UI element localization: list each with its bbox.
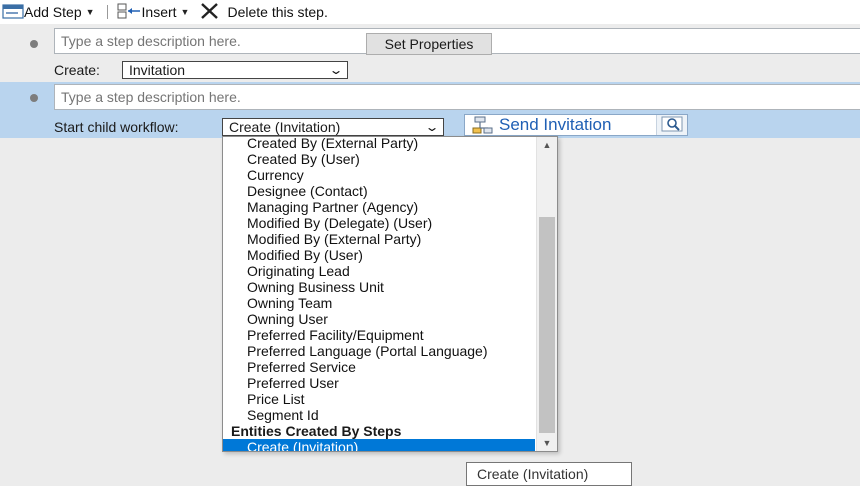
dropdown-option[interactable]: Owning Business Unit xyxy=(223,279,535,295)
dropdown-option[interactable]: Managing Partner (Agency) xyxy=(223,199,535,215)
dropdown-option[interactable]: Preferred Language (Portal Language) xyxy=(223,343,535,359)
dropdown-option[interactable]: Originating Lead xyxy=(223,263,535,279)
dropdown-option[interactable]: Modified By (Delegate) (User) xyxy=(223,215,535,231)
step-bullet-icon xyxy=(30,94,38,102)
scroll-up-arrow-icon[interactable]: ▲ xyxy=(537,137,557,153)
dropdown-option[interactable]: Modified By (User) xyxy=(223,247,535,263)
chevron-down-icon: ▼ xyxy=(85,7,95,17)
dropdown-option[interactable]: Preferred Service xyxy=(223,359,535,375)
dropdown-option[interactable]: Modified By (External Party) xyxy=(223,231,535,247)
toolbar-separator xyxy=(106,5,108,19)
delete-step-label: Delete this step. xyxy=(227,4,328,20)
add-step-icon xyxy=(2,2,24,23)
workflow-lookup-field[interactable]: Send Invitation xyxy=(464,114,688,136)
insert-icon xyxy=(116,2,142,23)
chevron-down-icon: ⌄ xyxy=(328,63,344,77)
add-step-button[interactable]: Add Step ▼ xyxy=(0,0,97,24)
set-properties-button[interactable]: Set Properties xyxy=(366,33,492,55)
dropdown-option[interactable]: Preferred Facility/Equipment xyxy=(223,327,535,343)
child-workflow-dropdown-list[interactable]: Created By (External Party) Created By (… xyxy=(222,136,558,452)
dropdown-option[interactable]: Designee (Contact) xyxy=(223,183,535,199)
chevron-down-icon: ⌄ xyxy=(424,120,440,134)
dropdown-scrollbar[interactable]: ▲ ▼ xyxy=(536,137,557,451)
insert-button[interactable]: Insert ▼ xyxy=(114,0,192,24)
dropdown-option[interactable]: Owning Team xyxy=(223,295,535,311)
chevron-down-icon: ▼ xyxy=(180,7,190,17)
insert-label: Insert xyxy=(141,4,177,20)
dropdown-options: Created By (External Party) Created By (… xyxy=(223,137,535,451)
lookup-magnifier-icon xyxy=(661,116,683,135)
child-workflow-value: Create (Invitation) xyxy=(229,119,341,135)
scrollbar-thumb[interactable] xyxy=(539,217,555,433)
create-entity-select[interactable]: Invitation ⌄ xyxy=(122,61,348,79)
scroll-down-arrow-icon[interactable]: ▼ xyxy=(537,435,557,451)
dropdown-option-selected[interactable]: Create (Invitation) xyxy=(223,439,535,451)
toolbar: Add Step ▼ Insert ▼ Delete this step. xyxy=(0,0,860,24)
dropdown-group-header: Entities Created By Steps xyxy=(231,423,402,439)
dropdown-option[interactable]: Created By (User) xyxy=(223,151,535,167)
step-description-input[interactable] xyxy=(54,84,860,110)
dropdown-option[interactable]: Owning User xyxy=(223,311,535,327)
dropdown-option[interactable]: Price List xyxy=(223,391,535,407)
dropdown-option[interactable]: Currency xyxy=(223,167,535,183)
delete-x-icon xyxy=(199,2,221,23)
lookup-button[interactable] xyxy=(656,115,687,135)
tooltip: Create (Invitation) xyxy=(466,462,632,486)
step-bullet-icon xyxy=(30,40,38,48)
start-child-workflow-label: Start child workflow: xyxy=(54,119,179,135)
dropdown-option[interactable]: Preferred User xyxy=(223,375,535,391)
child-workflow-select[interactable]: Create (Invitation) ⌄ xyxy=(222,118,444,136)
delete-step-button[interactable]: Delete this step. xyxy=(197,0,329,24)
dropdown-option[interactable]: Created By (External Party) xyxy=(223,137,535,151)
create-entity-value: Invitation xyxy=(129,62,186,78)
workflow-lookup-value[interactable]: Send Invitation xyxy=(499,115,656,135)
add-step-label: Add Step xyxy=(24,4,82,20)
create-label: Create: xyxy=(54,62,100,78)
workflow-icon xyxy=(471,116,493,134)
dropdown-option[interactable]: Segment Id xyxy=(223,407,535,423)
step-row-child-workflow[interactable]: Start child workflow: Create (Invitation… xyxy=(0,82,860,138)
